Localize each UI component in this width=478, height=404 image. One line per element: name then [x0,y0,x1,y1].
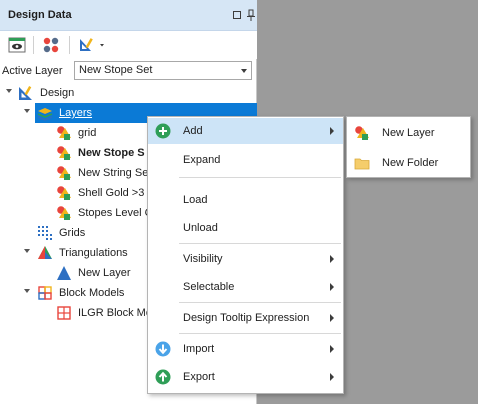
context-menu: Add Expand Load Unload Visibility Select… [147,116,344,394]
submenu-item-new-layer[interactable]: New Layer [347,119,470,147]
chevron-right-icon [330,373,334,381]
plus-circle-icon [155,123,171,139]
design-dropdown-toolbar-button[interactable] [77,35,107,55]
menu-item-label: Visibility [183,253,223,265]
eye-icon [8,37,26,53]
grid-icon [37,225,53,241]
tree-item-label: Grids [59,227,86,239]
shapes-icon [354,125,370,141]
menu-item-export[interactable]: Export [148,364,343,390]
toolbar-separator [69,36,70,54]
menu-item-label: Selectable [183,281,235,293]
chevron-right-icon [330,314,334,322]
tree-item-label: Layers [59,107,93,119]
shapes-icon [56,125,72,141]
add-submenu: New Layer New Folder [346,116,471,178]
menu-item-label: Design Tooltip Expression [183,312,310,324]
menu-item-tooltip-expression[interactable]: Design Tooltip Expression [148,305,343,331]
menu-item-load[interactable]: Load [148,187,343,213]
menu-item-label: Import [183,343,215,355]
submenu-item-label: New Folder [382,157,439,169]
shapes-toolbar-button[interactable] [40,35,62,55]
menu-separator [179,177,341,178]
design-tool-icon [80,38,104,51]
expand-arrow-icon[interactable] [24,289,31,296]
tree-item-label: grid [78,127,97,139]
menu-separator [179,333,341,334]
block-models-icon [37,285,53,301]
active-layer-select[interactable]: New Stope Set [74,61,252,80]
chevron-right-icon [330,255,334,263]
shapes-icon [56,145,72,161]
chevron-right-icon [330,345,334,353]
tree-item-label: New Layer [78,267,131,279]
block-model-icon [56,305,72,321]
panel-title: Design Data [8,9,72,21]
tree-item-label: Block Models [59,287,125,299]
tree-item-design[interactable]: Design [0,83,257,103]
menu-item-import[interactable]: Import [148,336,343,362]
chevron-right-icon [330,283,334,291]
menu-item-label: Expand [183,154,221,166]
menu-separator [179,302,341,303]
shapes-icon [56,205,72,221]
chevron-down-icon [241,69,247,73]
menu-item-add[interactable]: Add [148,118,343,144]
tree-item-label: Design [40,87,75,99]
menu-item-selectable[interactable]: Selectable [148,274,343,300]
tree-item-label: ILGR Block Mo [78,307,152,319]
menu-item-label: Export [183,371,215,383]
active-layer-label: Active Layer [2,65,63,77]
folder-icon [354,155,370,171]
tree-item-label: Stopes Level C [78,207,153,219]
panel-toolbar [0,31,257,59]
expand-arrow-icon[interactable] [24,249,31,256]
chevron-right-icon [330,127,334,135]
tree-item-label: New Stope S [78,147,145,159]
menu-item-label: Load [183,194,208,206]
export-icon [155,369,171,385]
layers-icon [37,105,53,121]
eye-toolbar-button[interactable] [7,35,27,55]
import-icon [155,341,171,357]
tree-item-label: New String Se [78,167,149,179]
menu-item-unload[interactable]: Unload [148,215,343,241]
menu-item-visibility[interactable]: Visibility [148,246,343,272]
shapes-icon [43,37,59,53]
tree-item-label: Shell Gold >3 [78,187,145,199]
expand-arrow-icon[interactable] [6,89,13,96]
pin-button[interactable] [246,7,256,23]
design-icon [18,85,34,101]
toolbar-separator [33,36,34,54]
shapes-icon [56,165,72,181]
submenu-item-new-folder[interactable]: New Folder [347,149,470,177]
expand-arrow-icon[interactable] [24,109,31,116]
menu-item-expand[interactable]: Expand [148,147,343,173]
menu-separator [179,243,341,244]
panel-title-bar: Design Data [0,0,257,31]
tree-item-label: Triangulations [59,247,128,259]
triangulation-icon [37,245,53,261]
triangle-icon [56,265,72,281]
menu-item-label: Unload [183,222,218,234]
shapes-icon [56,185,72,201]
maximize-icon [233,11,241,19]
submenu-item-label: New Layer [382,127,435,139]
maximize-button[interactable] [229,7,245,23]
active-layer-value: New Stope Set [79,64,153,76]
active-layer-row: Active Layer New Stope Set [0,59,257,83]
menu-item-label: Add [183,125,203,137]
pin-icon [247,9,255,21]
